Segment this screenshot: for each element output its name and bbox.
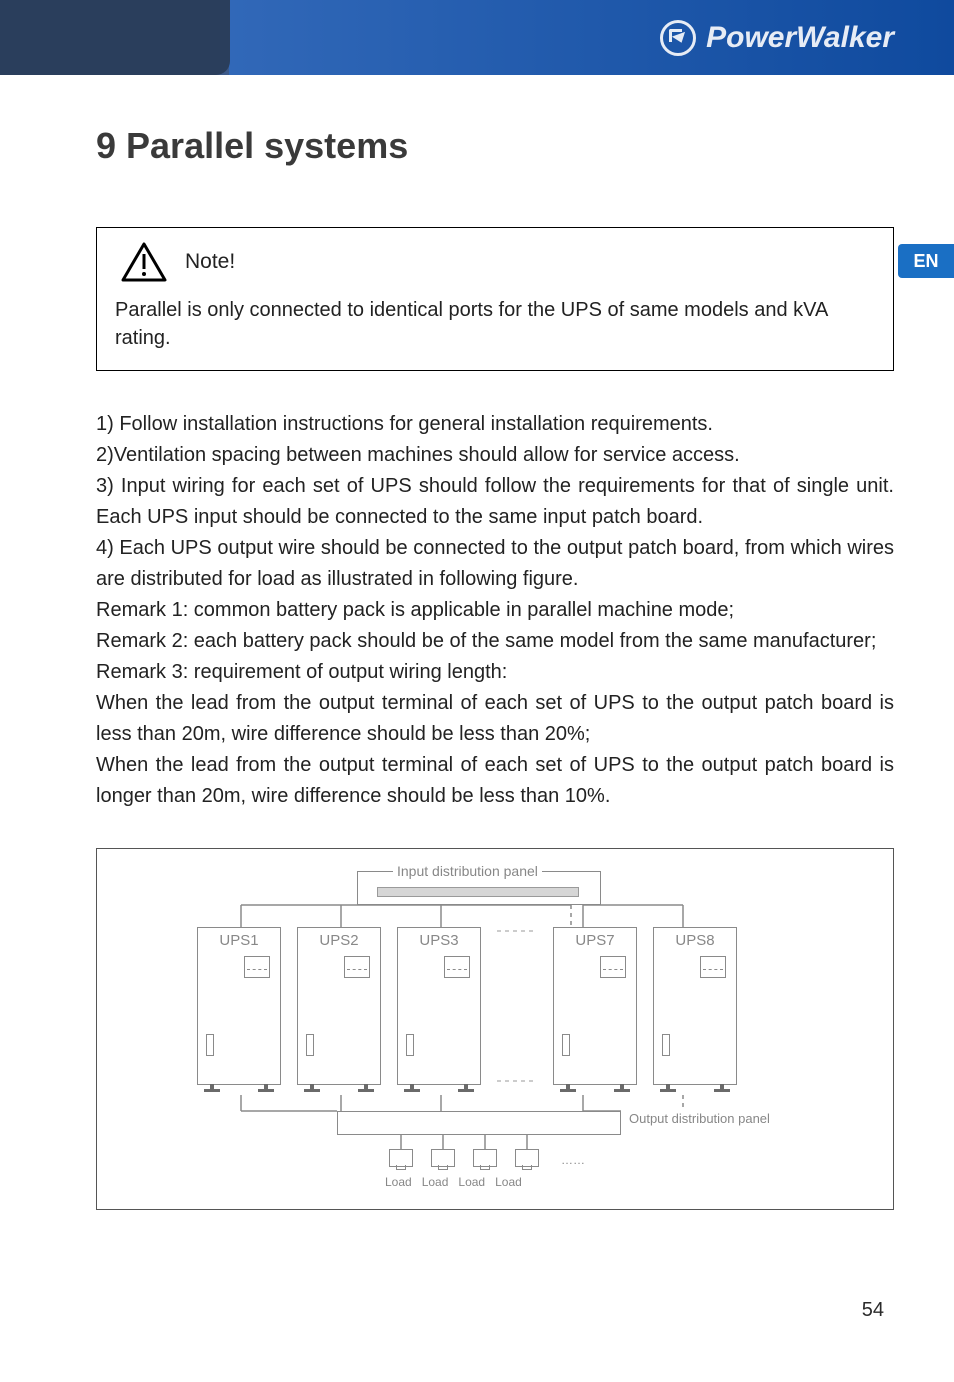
load-label: Load: [458, 1175, 485, 1189]
page-header: PowerWalker: [0, 0, 954, 75]
remark-1: Remark 1: common battery pack is applica…: [96, 595, 894, 626]
header-tab: [0, 0, 230, 75]
note-heading-row: Note!: [121, 242, 875, 282]
foot-icon: [304, 1084, 320, 1094]
page-content: 9 Parallel systems Note! Parallel is onl…: [0, 75, 954, 1210]
load-icon: [473, 1149, 497, 1167]
diagram: Input distribution panel UPS1 UPS2: [96, 848, 894, 1210]
ups-label: UPS2: [298, 932, 380, 949]
note-box: Note! Parallel is only connected to iden…: [96, 227, 894, 371]
output-panel-box: [337, 1111, 621, 1135]
ups-screen-icon: [244, 956, 270, 978]
wiring-1: When the lead from the output terminal o…: [96, 688, 894, 750]
ups-unit: UPS8: [653, 927, 737, 1085]
ups-unit: UPS3: [397, 927, 481, 1085]
para-4: 4) Each UPS output wire should be connec…: [96, 533, 894, 595]
load-icon: [389, 1149, 413, 1167]
input-panel-strip: [377, 887, 579, 897]
foot-icon: [614, 1084, 630, 1094]
wiring-2: When the lead from the output terminal o…: [96, 750, 894, 812]
ups-label: UPS1: [198, 932, 280, 949]
page-title: 9 Parallel systems: [96, 125, 894, 167]
ups-screen-icon: [700, 956, 726, 978]
foot-icon: [258, 1084, 274, 1094]
load-icon: [431, 1149, 455, 1167]
load-label: Load: [495, 1175, 522, 1189]
load-ellipsis: ……: [561, 1153, 585, 1167]
ups-unit: UPS2: [297, 927, 381, 1085]
ups-feet: [560, 1084, 630, 1094]
foot-icon: [660, 1084, 676, 1094]
para-3: 3) Input wiring for each set of UPS shou…: [96, 471, 894, 533]
ups-feet: [660, 1084, 730, 1094]
load-icon: [515, 1149, 539, 1167]
ups-port-icon: [406, 1034, 414, 1056]
foot-icon: [458, 1084, 474, 1094]
ups-row: UPS1 UPS2 UPS3: [197, 927, 737, 1085]
foot-icon: [714, 1084, 730, 1094]
load-label: Load: [422, 1175, 449, 1189]
ups-feet: [404, 1084, 474, 1094]
ups-port-icon: [562, 1034, 570, 1056]
remark-2: Remark 2: each battery pack should be of…: [96, 626, 894, 657]
ups-label: UPS3: [398, 932, 480, 949]
ups-unit: UPS1: [197, 927, 281, 1085]
remark-3: Remark 3: requirement of output wiring l…: [96, 657, 894, 688]
warning-icon: [121, 242, 167, 282]
note-text: Parallel is only connected to identical …: [115, 296, 875, 352]
brand-logo: PowerWalker: [660, 20, 894, 56]
input-panel-label: Input distribution panel: [393, 863, 542, 879]
brand-text: PowerWalker: [706, 21, 894, 55]
language-badge: EN: [898, 244, 954, 278]
ups-port-icon: [206, 1034, 214, 1056]
body-text: 1) Follow installation instructions for …: [96, 409, 894, 812]
output-panel-label: Output distribution panel: [629, 1111, 770, 1126]
ups-label: UPS7: [554, 932, 636, 949]
foot-icon: [560, 1084, 576, 1094]
page-number: 54: [862, 1299, 884, 1322]
ups-screen-icon: [344, 956, 370, 978]
ups-port-icon: [662, 1034, 670, 1056]
load-label: Load: [385, 1175, 412, 1189]
ups-unit: UPS7: [553, 927, 637, 1085]
ups-port-icon: [306, 1034, 314, 1056]
ups-screen-icon: [600, 956, 626, 978]
load-labels-row: Load Load Load Load: [385, 1175, 522, 1189]
ups-screen-icon: [444, 956, 470, 978]
para-1: 1) Follow installation instructions for …: [96, 409, 894, 440]
ups-feet: [304, 1084, 374, 1094]
foot-icon: [358, 1084, 374, 1094]
ups-feet: [204, 1084, 274, 1094]
ellipsis-lines-icon: [497, 927, 537, 1085]
ups-label: UPS8: [654, 932, 736, 949]
foot-icon: [404, 1084, 420, 1094]
ellipsis: [497, 927, 537, 1085]
para-2: 2)Ventilation spacing between machines s…: [96, 440, 894, 471]
brand-icon: [660, 20, 696, 56]
foot-icon: [204, 1084, 220, 1094]
loads-row: ……: [389, 1149, 585, 1167]
note-label: Note!: [185, 250, 235, 274]
